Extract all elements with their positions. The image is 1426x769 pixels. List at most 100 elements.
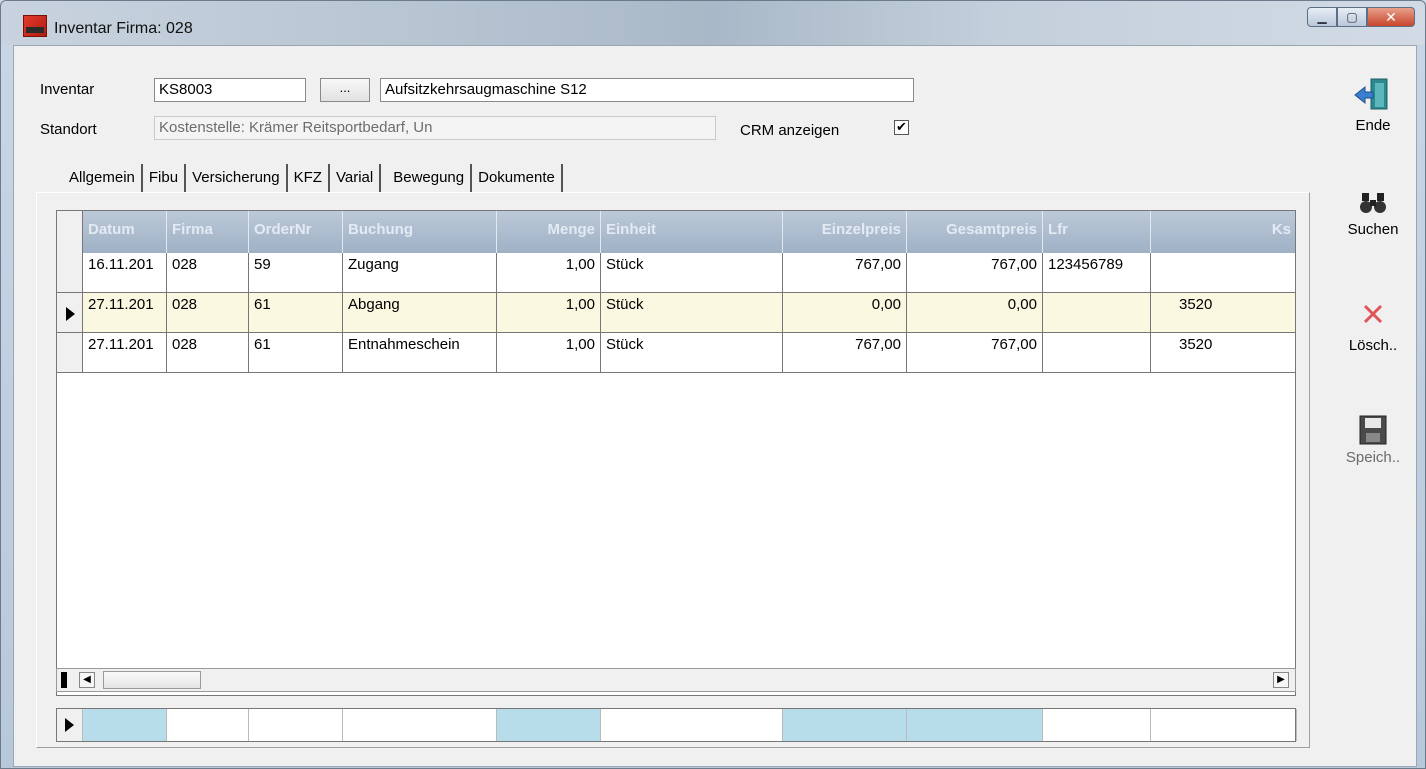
column-header-einheit[interactable]: Einheit	[601, 211, 783, 253]
cell-menge: 1,00	[497, 293, 601, 332]
cell-einzelpreis: 767,00	[783, 253, 907, 292]
row-indicator[interactable]	[57, 253, 83, 292]
total-ordernr	[249, 709, 343, 741]
cell-gesamtpreis: 767,00	[907, 253, 1043, 292]
client-area: Inventar KS8003 ... Aufsitzkehrsaugmasch…	[13, 45, 1417, 767]
maximize-icon: ▢	[1346, 10, 1358, 24]
inventar-lookup-button[interactable]: ...	[320, 78, 370, 102]
table-row[interactable]: 16.11.201 028 59 Zugang 1,00 Stück 767,0…	[57, 253, 1295, 293]
cell-datum: 16.11.201	[83, 253, 167, 292]
delete-x-icon	[1363, 304, 1383, 324]
cell-firma: 028	[167, 293, 249, 332]
total-ks	[1151, 709, 1297, 741]
total-einzelpreis	[783, 709, 907, 741]
row-indicator[interactable]	[57, 293, 83, 332]
total-buchung	[343, 709, 497, 741]
column-header-firma[interactable]: Firma	[167, 211, 249, 253]
cell-firma: 028	[167, 333, 249, 372]
cell-ks	[1151, 253, 1295, 292]
application-window: Inventar Firma: 028 ▁ ▢ ✕ Inventar KS800…	[0, 0, 1426, 769]
floppy-disk-icon	[1359, 415, 1387, 445]
ende-label: Ende	[1355, 117, 1391, 134]
total-gesamtpreis	[907, 709, 1043, 741]
cell-firma: 028	[167, 253, 249, 292]
cell-ks: 3520	[1151, 293, 1295, 332]
column-header-gesamtpreis[interactable]: Gesamtpreis	[907, 211, 1043, 253]
standort-label: Standort	[40, 121, 97, 138]
bewegung-grid[interactable]: Datum Firma OrderNr Buchung Menge Einhei…	[56, 210, 1296, 696]
loeschen-button[interactable]: Lösch..	[1323, 303, 1423, 354]
totals-arrow-icon	[65, 718, 74, 732]
inventar-label: Inventar	[40, 81, 95, 98]
column-header-lfr[interactable]: Lfr	[1043, 211, 1151, 253]
column-header-datum[interactable]: Datum	[83, 211, 167, 253]
total-einheit	[601, 709, 783, 741]
speichern-button: Speich..	[1323, 415, 1423, 466]
cell-buchung: Zugang	[343, 253, 497, 292]
cell-lfr	[1043, 333, 1151, 372]
ende-button[interactable]: Ende	[1323, 77, 1423, 134]
tab-varial[interactable]: Varial	[330, 164, 382, 192]
total-firma	[167, 709, 249, 741]
title-bar[interactable]: Inventar Firma: 028 ▁ ▢ ✕	[1, 1, 1425, 45]
cell-einheit: Stück	[601, 293, 783, 332]
cell-einheit: Stück	[601, 333, 783, 372]
scroll-thumb[interactable]	[103, 671, 201, 689]
cell-gesamtpreis: 0,00	[907, 293, 1043, 332]
cell-menge: 1,00	[497, 253, 601, 292]
speichern-label: Speich..	[1345, 449, 1401, 466]
minimize-icon: ▁	[1317, 10, 1327, 24]
maximize-button[interactable]: ▢	[1337, 7, 1367, 27]
column-header-buchung[interactable]: Buchung	[343, 211, 497, 253]
window-title: Inventar Firma: 028	[54, 20, 193, 37]
tab-bewegung[interactable]: Bewegung	[381, 164, 473, 192]
binoculars-icon	[1360, 193, 1386, 213]
app-logo-icon	[23, 15, 47, 37]
scroll-start-marker	[61, 672, 67, 688]
cell-einheit: Stück	[601, 253, 783, 292]
grid-header: Datum Firma OrderNr Buchung Menge Einhei…	[57, 211, 1295, 253]
scroll-left-button[interactable]: ◀	[79, 672, 95, 688]
cell-lfr	[1043, 293, 1151, 332]
tab-allgemein[interactable]: Allgemein	[63, 164, 143, 192]
cell-einzelpreis: 0,00	[783, 293, 907, 332]
suchen-label: Suchen	[1347, 221, 1399, 238]
column-header-ordernr[interactable]: OrderNr	[249, 211, 343, 253]
tab-versicherung[interactable]: Versicherung	[186, 164, 288, 192]
cell-ks: 3520	[1151, 333, 1295, 372]
minimize-button[interactable]: ▁	[1307, 7, 1337, 27]
row-indicator[interactable]	[57, 333, 83, 372]
column-header-einzelpreis[interactable]: Einzelpreis	[783, 211, 907, 253]
crm-checkbox[interactable]: ✔	[894, 120, 909, 135]
cell-ordernr: 59	[249, 253, 343, 292]
tab-kfz[interactable]: KFZ	[288, 164, 330, 192]
total-menge	[497, 709, 601, 741]
cell-ordernr: 61	[249, 293, 343, 332]
description-input[interactable]: Aufsitzkehrsaugmaschine S12	[380, 78, 914, 102]
scroll-right-button[interactable]: ▶	[1273, 672, 1289, 688]
suchen-button[interactable]: Suchen	[1323, 191, 1423, 238]
column-header-menge[interactable]: Menge	[497, 211, 601, 253]
cell-buchung: Entnahmeschein	[343, 333, 497, 372]
row-indicator-header	[57, 211, 83, 253]
tab-dokumente[interactable]: Dokumente	[472, 164, 563, 192]
cell-gesamtpreis: 767,00	[907, 333, 1043, 372]
close-button[interactable]: ✕	[1367, 7, 1415, 27]
current-row-arrow-icon	[66, 307, 75, 321]
tab-strip: Allgemein Fibu Versicherung KFZ Varial B…	[63, 164, 563, 194]
total-lfr	[1043, 709, 1151, 741]
table-row-selected[interactable]: 27.11.201 028 61 Abgang 1,00 Stück 0,00 …	[57, 293, 1295, 333]
cell-lfr: 123456789	[1043, 253, 1151, 292]
close-icon: ✕	[1385, 8, 1397, 25]
cell-ordernr: 61	[249, 333, 343, 372]
horizontal-scrollbar[interactable]: ◀ ▶	[56, 668, 1296, 692]
exit-door-icon	[1354, 78, 1388, 110]
column-header-ks[interactable]: Ks	[1151, 211, 1295, 253]
inventar-input[interactable]: KS8003	[154, 78, 306, 102]
tab-fibu[interactable]: Fibu	[143, 164, 187, 192]
table-row[interactable]: 27.11.201 028 61 Entnahmeschein 1,00 Stü…	[57, 333, 1295, 373]
cell-menge: 1,00	[497, 333, 601, 372]
loeschen-label: Lösch..	[1348, 337, 1398, 354]
totals-grid	[56, 708, 1297, 742]
crm-label: CRM anzeigen	[740, 122, 840, 139]
